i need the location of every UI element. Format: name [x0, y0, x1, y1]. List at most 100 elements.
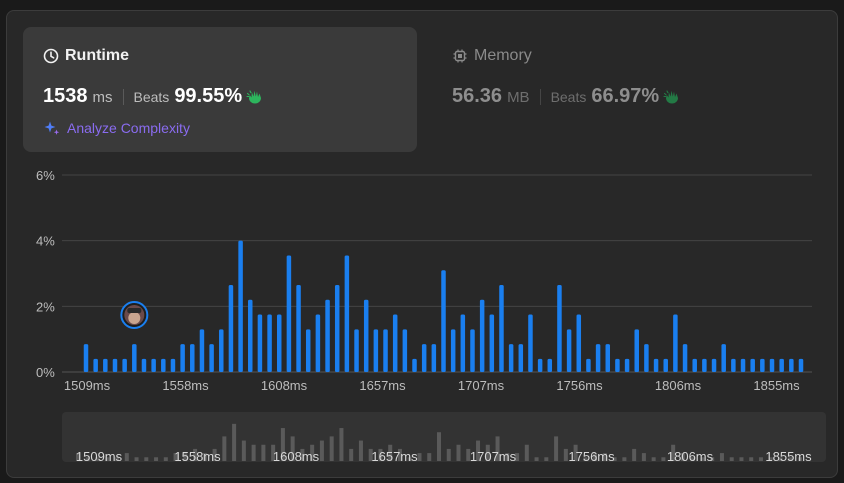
chart-bar[interactable] — [305, 329, 311, 372]
chart-bar[interactable] — [344, 255, 350, 372]
chart-bar[interactable] — [547, 358, 553, 372]
navigator-bar — [241, 440, 246, 461]
chart-bar[interactable] — [431, 344, 437, 372]
chart-bar[interactable] — [789, 358, 794, 372]
chart-bar[interactable] — [731, 358, 736, 372]
avatar-hair — [127, 308, 142, 313]
chart-bar[interactable] — [421, 344, 427, 372]
chart-bar[interactable] — [151, 358, 156, 372]
chart-bar[interactable] — [103, 358, 108, 372]
chart-bar[interactable] — [489, 314, 495, 372]
chart-bar[interactable] — [161, 358, 166, 372]
chart-bar[interactable] — [479, 299, 485, 372]
chart-bar[interactable] — [267, 314, 272, 372]
chart-bar[interactable] — [286, 255, 292, 372]
navigator-tick-label: 1509ms — [76, 449, 123, 464]
chart-bar[interactable] — [605, 344, 611, 372]
chart-bar[interactable] — [634, 329, 639, 372]
chart-bar[interactable] — [779, 358, 784, 372]
chart-bar[interactable] — [412, 358, 417, 372]
chart-bar[interactable] — [740, 358, 746, 372]
chart-bar[interactable] — [586, 358, 591, 372]
chart-bar[interactable] — [769, 358, 775, 372]
navigator-bar — [232, 423, 237, 461]
chart-bar[interactable] — [644, 344, 649, 372]
chart-bar[interactable] — [354, 329, 359, 372]
navigator-tick-label: 1756ms — [568, 449, 615, 464]
chart-bar[interactable] — [508, 344, 514, 372]
chart-bar[interactable] — [383, 329, 388, 372]
chart-bar[interactable] — [392, 314, 398, 372]
navigator-tick-label: 1855ms — [765, 449, 812, 464]
chart-bar[interactable] — [441, 270, 446, 372]
y-axis-labels: 0% 2% 4% 6% — [36, 168, 55, 380]
y-tick-label: 2% — [36, 299, 55, 314]
chart-bar[interactable] — [190, 344, 195, 372]
chart-bar[interactable] — [334, 284, 340, 372]
navigator-tick-label: 1806ms — [667, 449, 714, 464]
navigator-bar — [222, 436, 227, 461]
navigator-bar — [554, 436, 559, 461]
chart-bar[interactable] — [180, 344, 185, 372]
chart-bar[interactable] — [132, 344, 137, 372]
runtime-distribution-chart[interactable]: 0%2%4%6% 1509ms 1558ms 1608ms 1657ms 1707ms 1… — [0, 0, 844, 483]
chart-bar[interactable] — [199, 329, 205, 372]
navigator-bar — [758, 457, 763, 461]
chart-bar[interactable] — [682, 344, 688, 372]
my-submission-avatar[interactable] — [120, 301, 149, 329]
navigator-tick-label: 1608ms — [273, 449, 320, 464]
chart-bar[interactable] — [615, 358, 620, 372]
chart-bar[interactable] — [93, 358, 98, 372]
chart-bar[interactable] — [760, 358, 765, 372]
avatar-face — [128, 312, 141, 324]
chart-bar[interactable] — [248, 299, 253, 372]
navigator-bar — [632, 448, 637, 461]
navigator-bar — [261, 444, 266, 461]
chart-bar[interactable] — [402, 329, 408, 372]
chart-bar[interactable] — [702, 358, 707, 372]
navigator-bar — [339, 428, 344, 461]
chart-bar[interactable] — [470, 329, 475, 372]
chart-bar[interactable] — [83, 344, 89, 372]
chart-bar[interactable] — [460, 314, 466, 372]
chart-bar[interactable] — [276, 314, 282, 372]
chart-bar[interactable] — [750, 358, 755, 372]
chart-bar[interactable] — [576, 314, 582, 372]
chart-bar[interactable] — [711, 358, 717, 372]
chart-bar[interactable] — [170, 358, 176, 372]
chart-bar[interactable] — [373, 329, 379, 372]
chart-bar[interactable] — [721, 344, 726, 372]
chart-bar[interactable] — [798, 358, 804, 372]
navigator-bar — [544, 457, 549, 461]
chart-bar[interactable] — [595, 344, 601, 372]
chart-bar[interactable] — [257, 314, 263, 372]
chart-bar[interactable] — [122, 358, 127, 372]
chart-bar[interactable] — [653, 358, 659, 372]
chart-bar[interactable] — [112, 358, 118, 372]
x-tick-label: 1509ms — [64, 378, 111, 393]
chart-bar[interactable] — [219, 329, 224, 372]
navigator-bar — [729, 457, 734, 461]
chart-bar[interactable] — [663, 358, 668, 372]
chart-bar[interactable] — [238, 240, 243, 372]
navigator-bar — [661, 457, 666, 461]
chart-bar[interactable] — [296, 284, 301, 372]
chart-bar[interactable] — [624, 358, 630, 372]
chart-bar[interactable] — [315, 314, 321, 372]
chart-bar[interactable] — [692, 358, 697, 372]
chart-bar[interactable] — [325, 299, 330, 372]
navigator-bar — [144, 457, 149, 461]
chart-bar[interactable] — [228, 284, 234, 372]
chart-bar[interactable] — [566, 329, 572, 372]
chart-bar[interactable] — [528, 314, 533, 372]
chart-bar[interactable] — [363, 299, 369, 372]
x-tick-label: 1657ms — [359, 378, 406, 393]
chart-bar[interactable] — [499, 284, 504, 372]
chart-bar[interactable] — [141, 358, 147, 372]
chart-bar[interactable] — [450, 329, 456, 372]
chart-bar[interactable] — [537, 358, 543, 372]
chart-bar[interactable] — [518, 344, 524, 372]
chart-bar[interactable] — [673, 314, 678, 372]
chart-bar[interactable] — [557, 284, 562, 372]
chart-bar[interactable] — [209, 344, 214, 372]
